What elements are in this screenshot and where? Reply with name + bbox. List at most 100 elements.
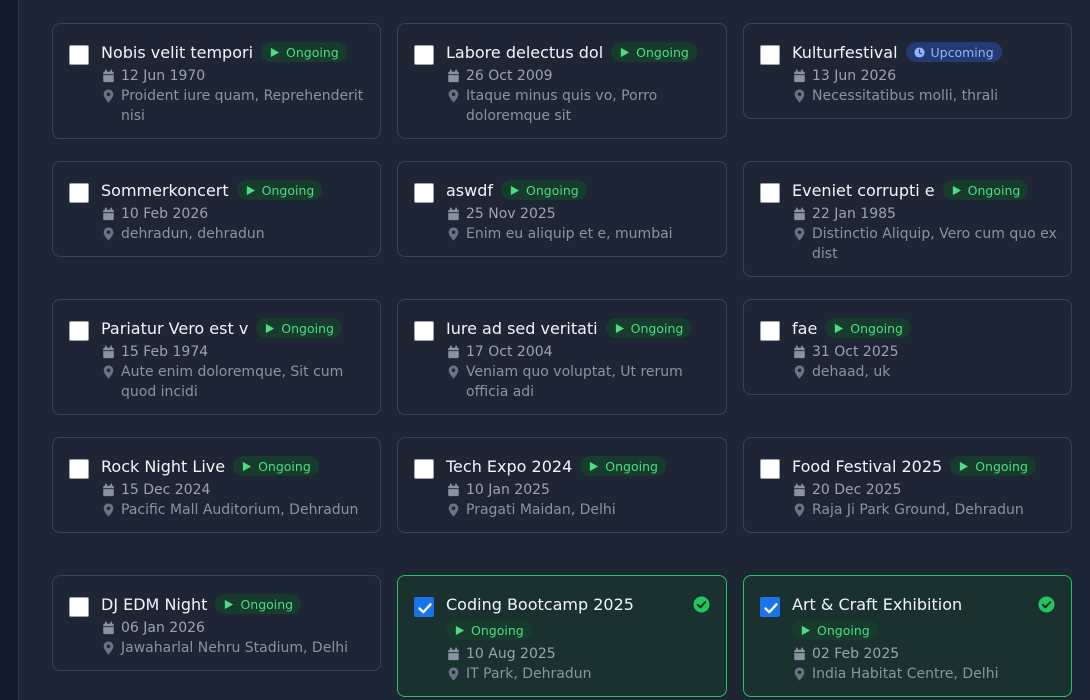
event-title: aswdf: [446, 180, 494, 200]
calendar-icon: [446, 66, 460, 86]
event-date: 15 Dec 2024: [101, 480, 366, 500]
select-checkbox[interactable]: [760, 45, 780, 65]
event-title: DJ EDM Night: [101, 594, 208, 614]
event-card[interactable]: Eveniet corrupti e Ongoing 22 Jan 1985 D…: [743, 161, 1072, 277]
event-location: Itaque minus quis vo, Porro doloremque s…: [446, 86, 712, 126]
event-card[interactable]: Kulturfestival Upcoming 13 Jun 2026 Nece…: [743, 23, 1072, 119]
play-icon: [510, 185, 520, 195]
select-checkbox[interactable]: [69, 459, 89, 479]
event-location: Enim eu aliquip et e, mumbai: [446, 224, 712, 244]
event-title: Rock Night Live: [101, 456, 226, 476]
title-row: Food Festival 2025 Ongoing: [792, 454, 1057, 478]
map-pin-icon: [101, 638, 115, 658]
select-checkbox[interactable]: [414, 321, 434, 341]
select-checkbox[interactable]: [69, 597, 89, 617]
event-location-text: Raja Ji Park Ground, Dehradun: [812, 502, 1024, 518]
title-row: DJ EDM Night Ongoing: [101, 592, 366, 616]
event-location-text: Pacific Mall Auditorium, Dehradun: [121, 502, 359, 518]
calendar-icon: [792, 644, 806, 664]
status-badge: Ongoing: [611, 42, 697, 62]
calendar-icon: [446, 204, 460, 224]
select-checkbox[interactable]: [414, 183, 434, 203]
event-card[interactable]: Tech Expo 2024 Ongoing 10 Jan 2025 Praga…: [397, 437, 727, 533]
title-row: Sommerkoncert Ongoing: [101, 178, 366, 202]
event-title: Pariatur Vero est v: [101, 318, 249, 338]
status-badge: Ongoing: [792, 620, 878, 640]
play-icon: [266, 323, 275, 333]
select-checkbox[interactable]: [760, 321, 780, 341]
select-checkbox[interactable]: [760, 459, 780, 479]
event-date: 12 Jun 1970: [101, 66, 366, 86]
event-card[interactable]: DJ EDM Night Ongoing 06 Jan 2026 Jawahar…: [52, 575, 381, 671]
status-badge-label: Ongoing: [526, 182, 579, 198]
event-card[interactable]: Pariatur Vero est v Ongoing 15 Feb 1974 …: [52, 299, 381, 415]
map-pin-icon: [792, 224, 806, 244]
title-row: Eveniet corrupti e Ongoing: [792, 178, 1057, 202]
event-title: fae: [792, 318, 818, 338]
event-date: 02 Feb 2025: [792, 644, 1057, 664]
event-card[interactable]: Labore delectus dol Ongoing 26 Oct 2009 …: [397, 23, 727, 139]
event-location-text: Aute enim doloremque, Sit cum quod incid…: [121, 364, 344, 400]
event-card[interactable]: Art & Craft Exhibition Ongoing 02 Feb 20…: [743, 575, 1072, 697]
play-icon: [590, 461, 599, 471]
title-row: Pariatur Vero est v Ongoing: [101, 316, 366, 340]
event-location-text: Jawaharlal Nehru Stadium, Delhi: [121, 640, 348, 656]
select-checkbox[interactable]: [760, 183, 780, 203]
event-location-text: Itaque minus quis vo, Porro doloremque s…: [466, 88, 658, 124]
calendar-icon: [446, 644, 460, 664]
status-badge: Ongoing: [950, 456, 1036, 476]
status-badge: Ongoing: [446, 620, 532, 640]
status-badge: Upcoming: [905, 42, 1002, 62]
event-title: Iure ad sed veritati: [446, 318, 598, 338]
select-checkbox[interactable]: [414, 597, 434, 617]
select-checkbox[interactable]: [414, 45, 434, 65]
status-badge-label: Ongoing: [281, 320, 334, 336]
status-badge-label: Ongoing: [975, 458, 1028, 474]
title-row: Coding Bootcamp 2025: [446, 592, 712, 616]
event-location-text: dehradun, dehradun: [121, 226, 265, 242]
calendar-icon: [101, 342, 115, 362]
event-date-text: 10 Aug 2025: [466, 646, 556, 662]
event-date-text: 13 Jun 2026: [812, 68, 897, 84]
map-pin-icon: [446, 500, 460, 520]
select-checkbox[interactable]: [69, 321, 89, 341]
event-location: Pragati Maidan, Delhi: [446, 500, 712, 520]
select-checkbox[interactable]: [760, 597, 780, 617]
event-location: Proident iure quam, Reprehenderit nisi: [101, 86, 366, 126]
event-card[interactable]: aswdf Ongoing 25 Nov 2025 Enim eu aliqui…: [397, 161, 727, 257]
event-date: 17 Oct 2004: [446, 342, 712, 362]
event-location-text: Necessitatibus molli, thrali: [812, 88, 999, 104]
play-icon: [225, 599, 234, 609]
title-row: Tech Expo 2024 Ongoing: [446, 454, 712, 478]
event-location-text: Proident iure quam, Reprehenderit nisi: [121, 88, 364, 124]
event-title: Coding Bootcamp 2025: [446, 594, 634, 614]
event-location: dehaad, uk: [792, 362, 1057, 382]
status-badge-label: Ongoing: [286, 44, 339, 60]
event-card[interactable]: Rock Night Live Ongoing 15 Dec 2024 Paci…: [52, 437, 381, 533]
event-card[interactable]: Nobis velit tempori Ongoing 12 Jun 1970 …: [52, 23, 381, 139]
event-title: Kulturfestival: [792, 42, 898, 62]
event-date: 31 Oct 2025: [792, 342, 1057, 362]
status-badge-row: Ongoing: [792, 618, 1057, 642]
event-date-text: 12 Jun 1970: [121, 68, 206, 84]
event-date-text: 15 Dec 2024: [121, 482, 211, 498]
calendar-icon: [446, 342, 460, 362]
calendar-icon: [101, 480, 115, 500]
event-card[interactable]: Iure ad sed veritati Ongoing 17 Oct 2004…: [397, 299, 727, 415]
play-icon: [835, 323, 844, 333]
event-date-text: 25 Nov 2025: [466, 206, 556, 222]
event-card[interactable]: Sommerkoncert Ongoing 10 Feb 2026 dehrad…: [52, 161, 381, 257]
event-title: Labore delectus dol: [446, 42, 604, 62]
event-card[interactable]: Food Festival 2025 Ongoing 20 Dec 2025 R…: [743, 437, 1072, 533]
map-pin-icon: [446, 664, 460, 684]
map-pin-icon: [101, 224, 115, 244]
event-card[interactable]: fae Ongoing 31 Oct 2025 dehaad, uk: [743, 299, 1072, 395]
status-badge: Ongoing: [501, 180, 587, 200]
event-card[interactable]: Coding Bootcamp 2025 Ongoing 10 Aug 2025…: [397, 575, 727, 697]
select-checkbox[interactable]: [414, 459, 434, 479]
select-checkbox[interactable]: [69, 183, 89, 203]
event-location: Raja Ji Park Ground, Dehradun: [792, 500, 1057, 520]
select-checkbox[interactable]: [69, 45, 89, 65]
calendar-icon: [101, 204, 115, 224]
status-badge: Ongoing: [261, 42, 347, 62]
